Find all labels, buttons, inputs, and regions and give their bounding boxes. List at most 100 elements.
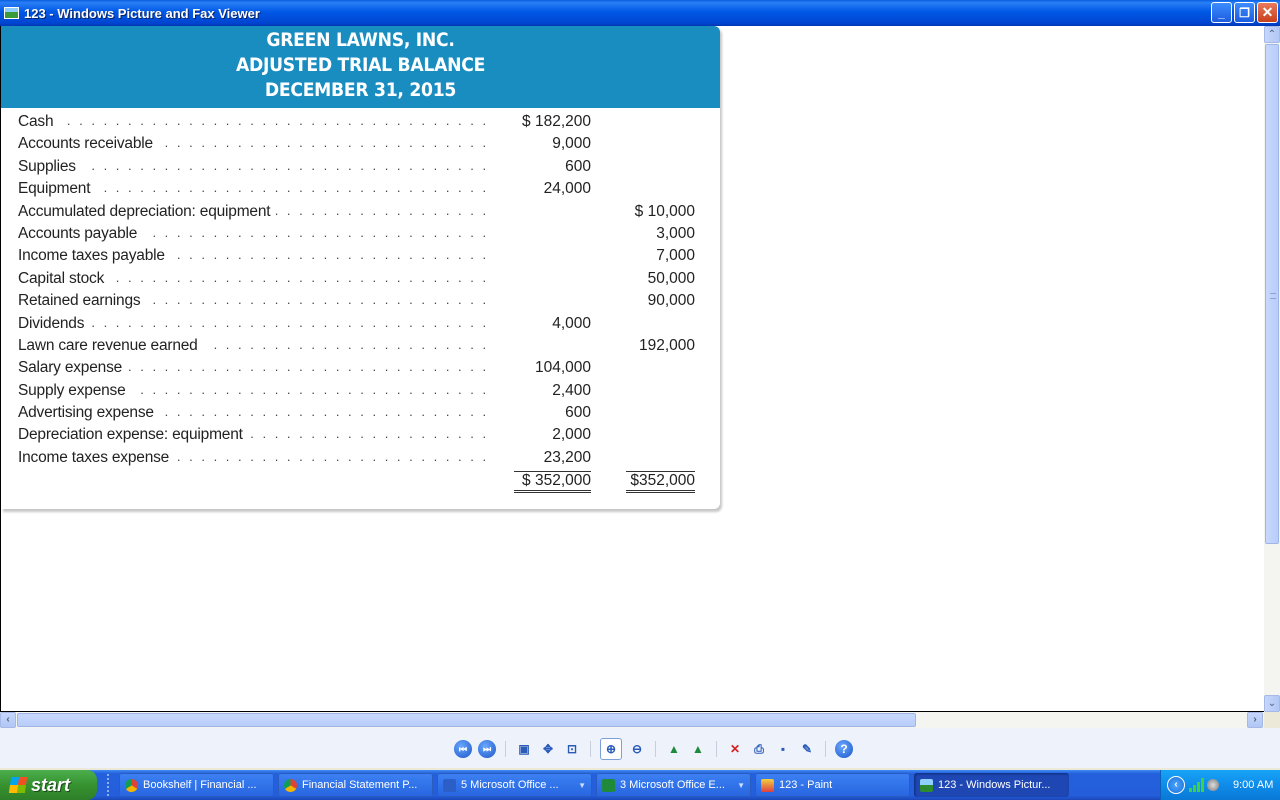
title-bar[interactable]: 123 - Windows Picture and Fax Viewer _ ❐… (0, 0, 1280, 26)
toolbar-separator (655, 741, 656, 757)
account-name: Lawn care revenue earned (18, 336, 204, 355)
taskbar-button-label: 5 Microsoft Office ... (461, 779, 559, 791)
vertical-scroll-thumb[interactable] (1265, 44, 1279, 544)
account-name: Depreciation expense: equipment (18, 426, 249, 445)
toolbar-separator (590, 741, 591, 757)
delete-button[interactable]: ✕ (726, 740, 744, 758)
taskbar-grip[interactable] (107, 774, 111, 796)
save-icon: ▪ (780, 742, 786, 756)
taskbar-button-label: Bookshelf | Financial ... (143, 779, 257, 791)
zoom-in-button[interactable]: ⊕ (600, 738, 622, 760)
taskbar-button[interactable]: 123 - Paint (755, 773, 910, 797)
taskbar-button-label: 123 - Paint (779, 779, 833, 791)
credit-amount: 3,000 (656, 224, 695, 242)
rotate-counterclockwise-button[interactable]: ▲ (689, 740, 707, 758)
account-name: Supply expense (18, 381, 132, 400)
show-hidden-icons-button[interactable]: ‹ (1167, 776, 1185, 794)
vertical-scrollbar[interactable]: ⌃ ⌄ (1264, 26, 1280, 712)
credit-amount: 90,000 (647, 292, 695, 310)
trial-balance-rows: . . . . . . . . . . . . . . . . . . . . … (18, 113, 708, 494)
best-fit-button[interactable]: ▣ (515, 740, 533, 758)
excel-icon (602, 778, 615, 792)
company-name: GREEN LAWNS, INC. (266, 30, 455, 51)
zoom-out-button[interactable]: ⊖ (628, 740, 646, 758)
account-row: . . . . . . . . . . . . . . . . . . . . … (18, 202, 708, 225)
taskbar-button[interactable]: Financial Statement P... (278, 773, 433, 797)
chrome-icon (284, 778, 297, 792)
print-icon: ⎙ (754, 741, 764, 756)
print-button[interactable]: ⎙ (750, 740, 768, 758)
save-button[interactable]: ▪ (774, 740, 792, 758)
debit-amount: 23,200 (543, 448, 591, 466)
account-row: . . . . . . . . . . . . . . . . . . . . … (18, 336, 708, 359)
credit-amount: $ 10,000 (634, 202, 695, 220)
toolbar-separator (825, 741, 826, 757)
help-icon: ? (840, 742, 848, 756)
account-row: . . . . . . . . . . . . . . . . . . . . … (18, 404, 708, 426)
group-dropdown-icon[interactable]: ▼ (572, 781, 586, 790)
picture-viewer-icon (4, 7, 19, 19)
account-row: . . . . . . . . . . . . . . . . . . . . … (18, 269, 708, 292)
zoom-out-icon: ⊖ (631, 742, 643, 756)
taskbar-button-label: 3 Microsoft Office E... (620, 779, 725, 791)
debit-amount: 600 (565, 157, 591, 175)
delete-icon: ✕ (729, 742, 741, 756)
account-name: Cash (18, 113, 60, 131)
account-row: . . . . . . . . . . . . . . . . . . . . … (18, 135, 708, 157)
debit-total: $ 352,000 (514, 471, 591, 494)
taskbar-button[interactable]: 3 Microsoft Office E... ▼ (596, 773, 751, 797)
edit-image-icon: ✎ (801, 742, 813, 756)
start-button[interactable]: start (0, 770, 97, 800)
scrollbar-corner (1264, 712, 1280, 728)
scroll-up-button[interactable]: ⌃ (1264, 26, 1280, 43)
account-row: . . . . . . . . . . . . . . . . . . . . … (18, 247, 708, 269)
image-viewport[interactable]: GREEN LAWNS, INC. ADJUSTED TRIAL BALANCE… (0, 26, 1264, 712)
account-row: . . . . . . . . . . . . . . . . . . . . … (18, 381, 708, 404)
debit-amount: 600 (565, 404, 591, 422)
paint-icon (761, 778, 774, 792)
clock[interactable]: 9:00 AM (1233, 779, 1273, 791)
account-name: Capital stock (18, 269, 111, 288)
scroll-down-button[interactable]: ⌄ (1264, 695, 1280, 712)
account-name: Accounts receivable (18, 135, 159, 154)
debit-amount: $ 182,200 (522, 113, 591, 130)
credit-total: $352,000 (626, 471, 695, 494)
account-row: . . . . . . . . . . . . . . . . . . . . … (18, 292, 708, 314)
account-row: . . . . . . . . . . . . . . . . . . . . … (18, 448, 708, 471)
help-button[interactable]: ? (835, 740, 853, 758)
volume-icon[interactable] (1207, 779, 1219, 791)
statement-title: ADJUSTED TRIAL BALANCE (235, 55, 486, 76)
account-row: . . . . . . . . . . . . . . . . . . . . … (18, 224, 708, 247)
slide-show-button[interactable]: ⊡ (563, 740, 581, 758)
rotate-clockwise-button[interactable]: ▲ (665, 740, 683, 758)
account-row: . . . . . . . . . . . . . . . . . . . . … (18, 314, 708, 337)
restore-button[interactable]: ❐ (1234, 2, 1255, 23)
network-signal-icon[interactable] (1189, 778, 1204, 792)
group-dropdown-icon[interactable]: ▼ (731, 781, 745, 790)
start-label: start (31, 774, 71, 795)
taskbar-button[interactable]: Bookshelf | Financial ... (119, 773, 274, 797)
account-name: Dividends (18, 314, 91, 333)
next-image-button[interactable]: ⏭ (478, 740, 496, 758)
toolbar-separator (716, 741, 717, 757)
scroll-right-button[interactable]: › (1247, 712, 1263, 728)
system-tray: ‹ 9:00 AM (1160, 770, 1280, 800)
scroll-left-button[interactable]: ‹ (0, 712, 16, 728)
account-row: . . . . . . . . . . . . . . . . . . . . … (18, 157, 708, 180)
best-fit-icon: ▣ (518, 742, 530, 756)
horizontal-scrollbar[interactable]: ‹ › (0, 712, 1264, 728)
taskbar-button[interactable]: 123 - Windows Pictur... (914, 773, 1069, 797)
horizontal-scroll-thumb[interactable] (17, 713, 916, 727)
statement-date: DECEMBER 31, 2015 (264, 80, 457, 101)
previous-image-button[interactable]: ⏮ (454, 740, 472, 758)
viewer-toolbar: ⏮ ⏭ ▣ ✥ ⊡ ⊕ ⊖ ▲ ▲ ✕ ⎙ ▪ ✎? (0, 728, 1280, 768)
debit-amount: 4,000 (552, 314, 591, 332)
actual-size-button[interactable]: ✥ (539, 740, 557, 758)
edit-button[interactable]: ✎ (798, 740, 816, 758)
account-name: Accumulated depreciation: equipment (18, 202, 277, 221)
minimize-button[interactable]: _ (1211, 2, 1232, 23)
account-name: Income taxes expense (18, 448, 176, 467)
picture-viewer-icon (920, 778, 933, 792)
close-button[interactable]: ✕ (1257, 2, 1278, 23)
taskbar-button[interactable]: 5 Microsoft Office ... ▼ (437, 773, 592, 797)
